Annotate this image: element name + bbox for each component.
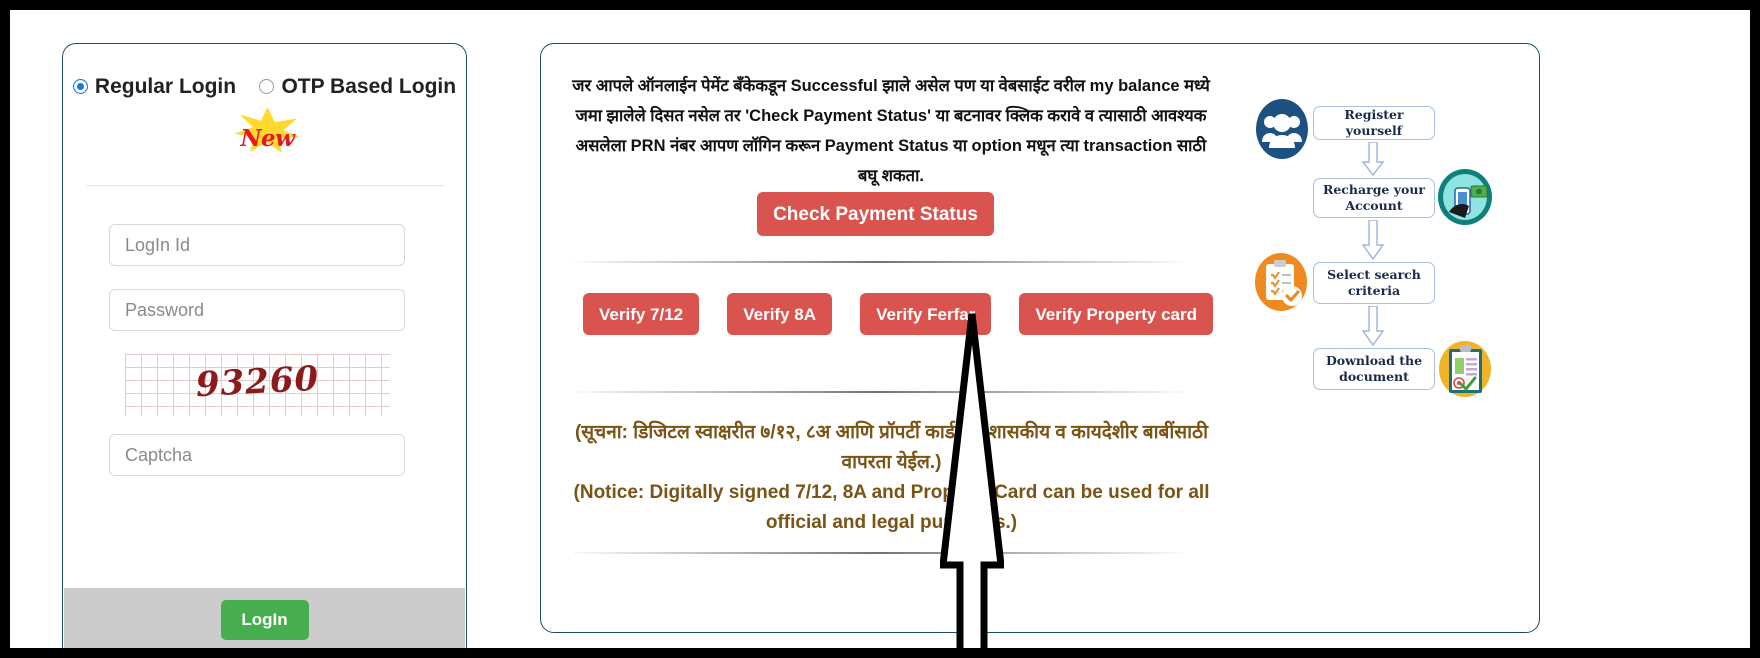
verify-buttons-row: Verify 7/12 Verify 8A Verify Ferfar Veri… (583, 293, 1213, 335)
digital-notice-english: (Notice: Digitally signed 7/12, 8A and P… (573, 482, 1210, 533)
login-mode-otp-label: OTP Based Login (281, 75, 457, 98)
divider (87, 185, 444, 186)
login-submit-button[interactable]: LogIn (220, 600, 309, 640)
radio-selected-icon[interactable] (72, 79, 88, 94)
digital-signature-notice: (सूचना: डिजिटल स्वाक्षरीत ७/१२, ८अ आणि प… (569, 418, 1214, 538)
checklist-clipboard-icon (1253, 252, 1309, 312)
verify-ferfar-button[interactable]: Verify Ferfar (860, 293, 992, 335)
login-card-footer: LogIn (64, 588, 465, 648)
arrow-down-icon-1 (1361, 141, 1385, 177)
divider-middle (573, 391, 1183, 393)
login-mode-regular-label: Regular Login (94, 75, 237, 98)
infographic-step-download: Download the document (1313, 348, 1435, 390)
mobile-payment-icon (1437, 168, 1493, 226)
arrow-down-icon-3 (1361, 305, 1385, 347)
captcha-input[interactable] (109, 434, 405, 476)
new-badge: New (234, 107, 301, 153)
how-it-works-infographic: Register yourself Recharge your Account … (1251, 92, 1496, 437)
captcha-image: 93260 (125, 354, 390, 416)
radio-unselected-icon[interactable] (259, 79, 275, 94)
infographic-step-recharge: Recharge your Account (1313, 178, 1435, 218)
page-root: Regular Login OTP Based Login New 93260 … (10, 10, 1750, 648)
arrow-down-icon-2 (1361, 219, 1385, 261)
check-payment-status-button[interactable]: Check Payment Status (757, 192, 994, 236)
login-mode-radio-group: Regular Login OTP Based Login New (63, 66, 466, 153)
main-panel: जर आपले ऑनलाईन पेमेंट बँकेकडून Successfu… (540, 43, 1540, 633)
digital-notice-marathi: (सूचना: डिजिटल स्वाक्षरीत ७/१२, ८अ आणि प… (574, 422, 1209, 473)
infographic-step-register: Register yourself (1313, 106, 1435, 140)
login-mode-otp[interactable]: OTP Based Login (259, 66, 456, 107)
verify-8a-button[interactable]: Verify 8A (727, 293, 832, 335)
verify-712-button[interactable]: Verify 7/12 (583, 293, 700, 335)
infographic-step-search-criteria: Select search criteria (1313, 262, 1435, 304)
payment-notice-text: जर आपले ऑनलाईन पेमेंट बँकेकडून Successfu… (572, 77, 1210, 185)
people-group-icon (1255, 98, 1309, 160)
verify-property-card-button[interactable]: Verify Property card (1019, 293, 1213, 335)
divider-bottom (573, 552, 1183, 554)
scrollbar-gutter[interactable] (1742, 10, 1750, 648)
login-mode-regular[interactable]: Regular Login (72, 66, 237, 107)
password-input[interactable] (109, 289, 405, 331)
login-id-input[interactable] (109, 224, 405, 266)
login-card: Regular Login OTP Based Login New 93260 … (62, 43, 467, 648)
divider-top (573, 261, 1183, 263)
captcha-code-text: 93260 (194, 358, 321, 406)
new-badge-label: New (240, 125, 295, 152)
document-download-icon (1437, 340, 1493, 398)
